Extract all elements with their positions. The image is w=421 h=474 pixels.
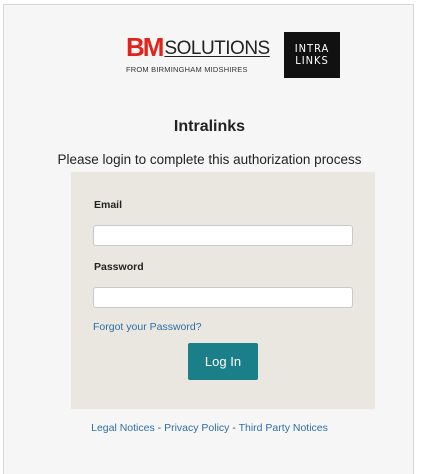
forgot-password-link[interactable]: Forgot your Password? <box>93 321 202 333</box>
page-subtitle: Please login to complete this authorizat… <box>57 152 362 167</box>
footer-separator: - <box>154 422 165 434</box>
privacy-policy-link[interactable]: Privacy Policy <box>164 422 229 434</box>
page-title: Intralinks <box>173 118 246 135</box>
email-label: Email <box>94 199 123 211</box>
email-field[interactable] <box>93 225 353 246</box>
login-button[interactable]: Log In <box>188 343 258 380</box>
password-label: Password <box>94 261 144 273</box>
bm-logo-wordmark: SOLUTIONS <box>164 38 270 59</box>
password-field[interactable] <box>93 287 353 308</box>
bm-logo-mark: BM <box>126 32 164 62</box>
footer-links: Legal Notices - Privacy Policy - Third P… <box>4 422 415 434</box>
bm-logo-tagline: FROM BIRMINGHAM MIDSHIRES <box>126 65 248 74</box>
intralinks-logo-line2: LINKS <box>295 54 329 67</box>
footer-separator: - <box>229 422 239 434</box>
third-party-notices-link[interactable]: Third Party Notices <box>239 422 328 434</box>
legal-notices-link[interactable]: Legal Notices <box>91 422 155 434</box>
login-page-frame: BM SOLUTIONS FROM BIRMINGHAM MIDSHIRES I… <box>3 4 414 474</box>
logo-bar: BM SOLUTIONS FROM BIRMINGHAM MIDSHIRES I… <box>126 32 340 78</box>
bm-solutions-logo: BM SOLUTIONS FROM BIRMINGHAM MIDSHIRES <box>126 34 272 76</box>
intralinks-logo: INTRA LINKS <box>284 32 340 78</box>
login-form-panel: Email Password Forgot your Password? Log… <box>71 172 375 409</box>
